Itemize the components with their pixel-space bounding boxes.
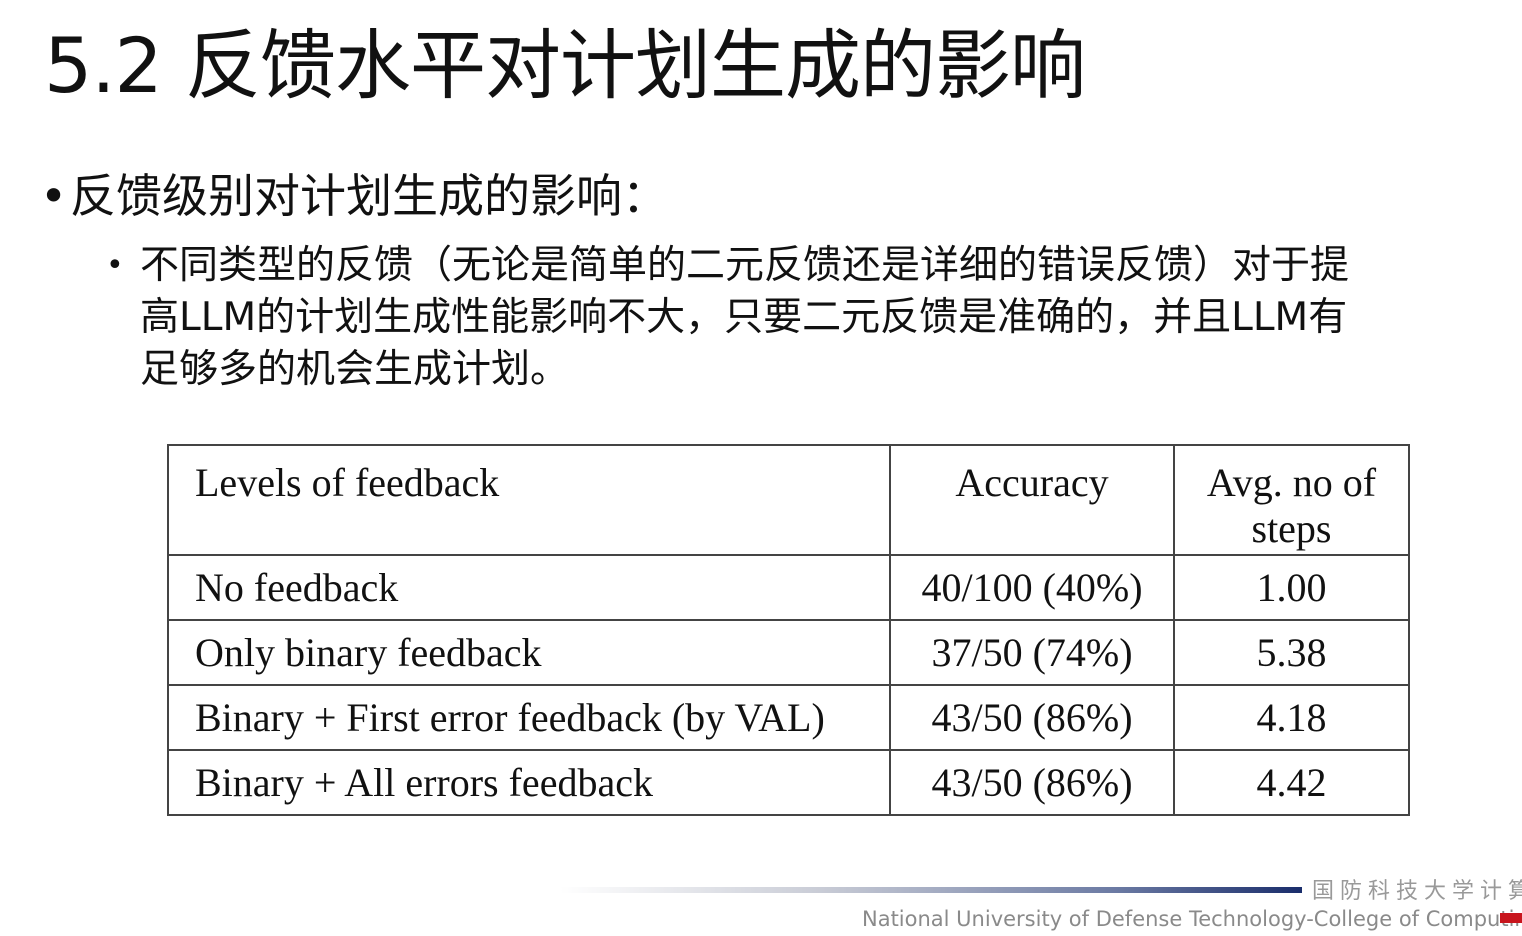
table-header-row: Levels of feedback Accuracy Avg. no of s…: [167, 444, 1410, 556]
table-row: No feedback 40/100 (40%) 1.00: [167, 554, 1410, 621]
table-row: Only binary feedback 37/50 (74%) 5.38: [167, 619, 1410, 686]
bullet-dot: •: [106, 248, 124, 283]
header-avg-steps: Avg. no of steps: [1173, 444, 1410, 556]
bullet-level2-line-1: 不同类型的反馈（无论是简单的二元反馈还是详细的错误反馈）对于提: [140, 243, 1350, 288]
cell-accuracy: 40/100 (40%): [889, 554, 1175, 621]
cell-avg-steps: 4.18: [1173, 684, 1410, 751]
bullet-level2: • 不同类型的反馈（无论是简单的二元反馈还是详细的错误反馈）对于提 高LLM的计…: [106, 240, 1502, 396]
cell-avg-steps: 5.38: [1173, 619, 1410, 686]
cell-feedback-level: Only binary feedback: [167, 619, 891, 686]
footer-institution-en: National University of Defense Technolog…: [862, 907, 1522, 931]
cell-feedback-level: Binary + First error feedback (by VAL): [167, 684, 891, 751]
table-row: Binary + First error feedback (by VAL) 4…: [167, 684, 1410, 751]
cell-accuracy: 43/50 (86%): [889, 749, 1175, 816]
slide-title: 5.2 反馈水平对计划生成的影响: [44, 21, 1086, 110]
feedback-results-table: Levels of feedback Accuracy Avg. no of s…: [167, 444, 1410, 816]
header-levels-of-feedback: Levels of feedback: [167, 444, 891, 556]
table-row: Binary + All errors feedback 43/50 (86%)…: [167, 749, 1410, 816]
footer-accent-bar: [560, 887, 1302, 893]
cell-accuracy: 43/50 (86%): [889, 684, 1175, 751]
cell-feedback-level: Binary + All errors feedback: [167, 749, 891, 816]
cell-feedback-level: No feedback: [167, 554, 891, 621]
bullet-level2-line-2: 高LLM的计划生成性能影响不大，只要二元反馈是准确的，并且LLM有: [140, 295, 1348, 340]
footer-red-mark: [1500, 913, 1522, 923]
cell-accuracy: 37/50 (74%): [889, 619, 1175, 686]
bullet-level2-line-3: 足够多的机会生成计划。: [140, 347, 570, 392]
header-accuracy: Accuracy: [889, 444, 1175, 556]
footer-institution-cn: 国防科技大学计算机: [1312, 879, 1522, 904]
bullet-level1: •反馈级别对计划生成的影响：: [40, 168, 668, 224]
cell-avg-steps: 1.00: [1173, 554, 1410, 621]
bullet-dot: •: [40, 169, 68, 223]
cell-avg-steps: 4.42: [1173, 749, 1410, 816]
bullet-level1-text: 反馈级别对计划生成的影响：: [70, 169, 668, 223]
